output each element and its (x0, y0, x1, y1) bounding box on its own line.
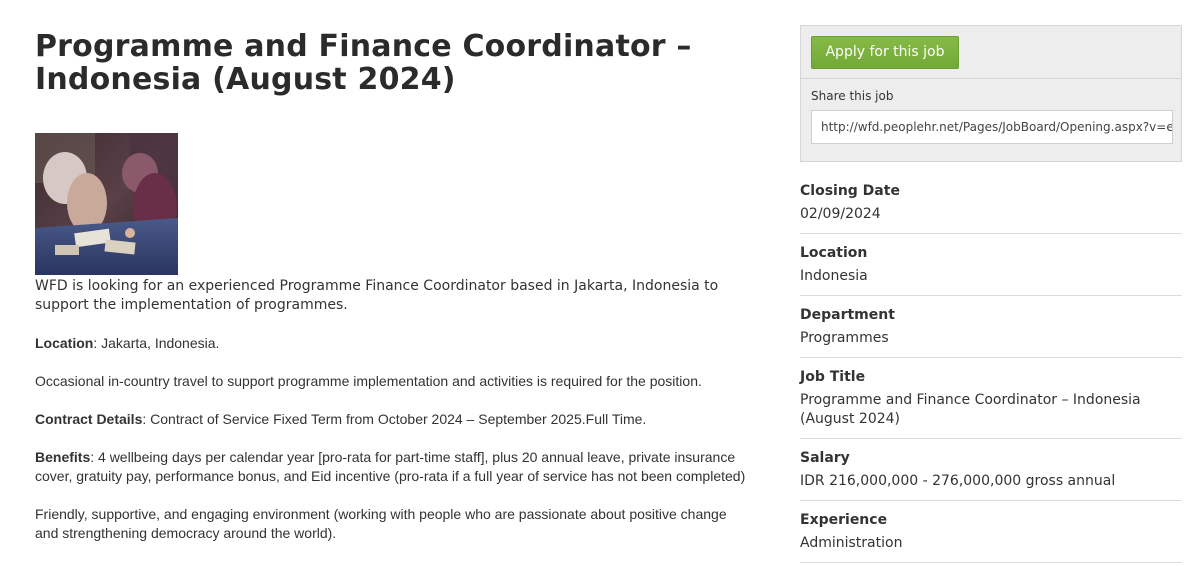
share-url-input[interactable]: http://wfd.peoplehr.net/Pages/JobBoard/O… (811, 110, 1173, 144)
detail-department: Department Programmes (800, 296, 1182, 358)
detail-value: Indonesia (800, 268, 868, 284)
job-intro: WFD is looking for an experienced Progra… (35, 278, 719, 313)
apply-button[interactable]: Apply for this job (811, 36, 959, 69)
location-text: : Jakarta, Indonesia. (93, 335, 220, 351)
detail-label: Location (800, 245, 868, 261)
detail-closing-date: Closing Date 02/09/2024 (800, 172, 1182, 234)
page-title: Programme and Finance Coordinator – Indo… (35, 29, 692, 97)
detail-label: Salary (800, 450, 850, 466)
benefits-label: Benefits (35, 449, 91, 465)
detail-value: 02/09/2024 (800, 206, 881, 222)
detail-job-title: Job Title Programme and Finance Coordina… (800, 358, 1182, 439)
detail-label: Department (800, 307, 895, 323)
detail-value: IDR 216,000,000 - 276,000,000 gross annu… (800, 473, 1116, 489)
location-paragraph: Location: Jakarta, Indonesia. (35, 334, 747, 353)
contract-label: Contract Details (35, 411, 143, 427)
detail-value: Programmes (800, 330, 889, 346)
apply-panel: Apply for this job Share this job http:/… (800, 25, 1182, 162)
contract-paragraph: Contract Details: Contract of Service Fi… (35, 410, 747, 429)
detail-salary: Salary IDR 216,000,000 - 276,000,000 gro… (800, 439, 1182, 501)
detail-value: Programme and Finance Coordinator – Indo… (800, 392, 1141, 427)
benefits-paragraph: Benefits: 4 wellbeing days per calendar … (35, 448, 747, 486)
detail-label: Experience (800, 512, 888, 528)
environment-paragraph: Friendly, supportive, and engaging envir… (35, 506, 727, 541)
detail-value: Administration (800, 535, 903, 551)
divider (801, 78, 1181, 79)
detail-label: Closing Date (800, 183, 900, 199)
job-main-content: Programme and Finance Coordinator – Indo… (35, 29, 755, 541)
detail-experience: Experience Administration (800, 501, 1182, 563)
job-photo (35, 133, 178, 275)
detail-location: Location Indonesia (800, 234, 1182, 296)
detail-label: Job Title (800, 369, 866, 385)
contract-text: : Contract of Service Fixed Term from Oc… (142, 411, 647, 427)
travel-paragraph: Occasional in-country travel to support … (35, 373, 702, 389)
benefits-text: : 4 wellbeing days per calendar year [pr… (35, 449, 746, 484)
job-details-list: Closing Date 02/09/2024 Location Indones… (800, 172, 1182, 563)
share-label: Share this job (811, 89, 894, 103)
location-label: Location (35, 335, 94, 351)
